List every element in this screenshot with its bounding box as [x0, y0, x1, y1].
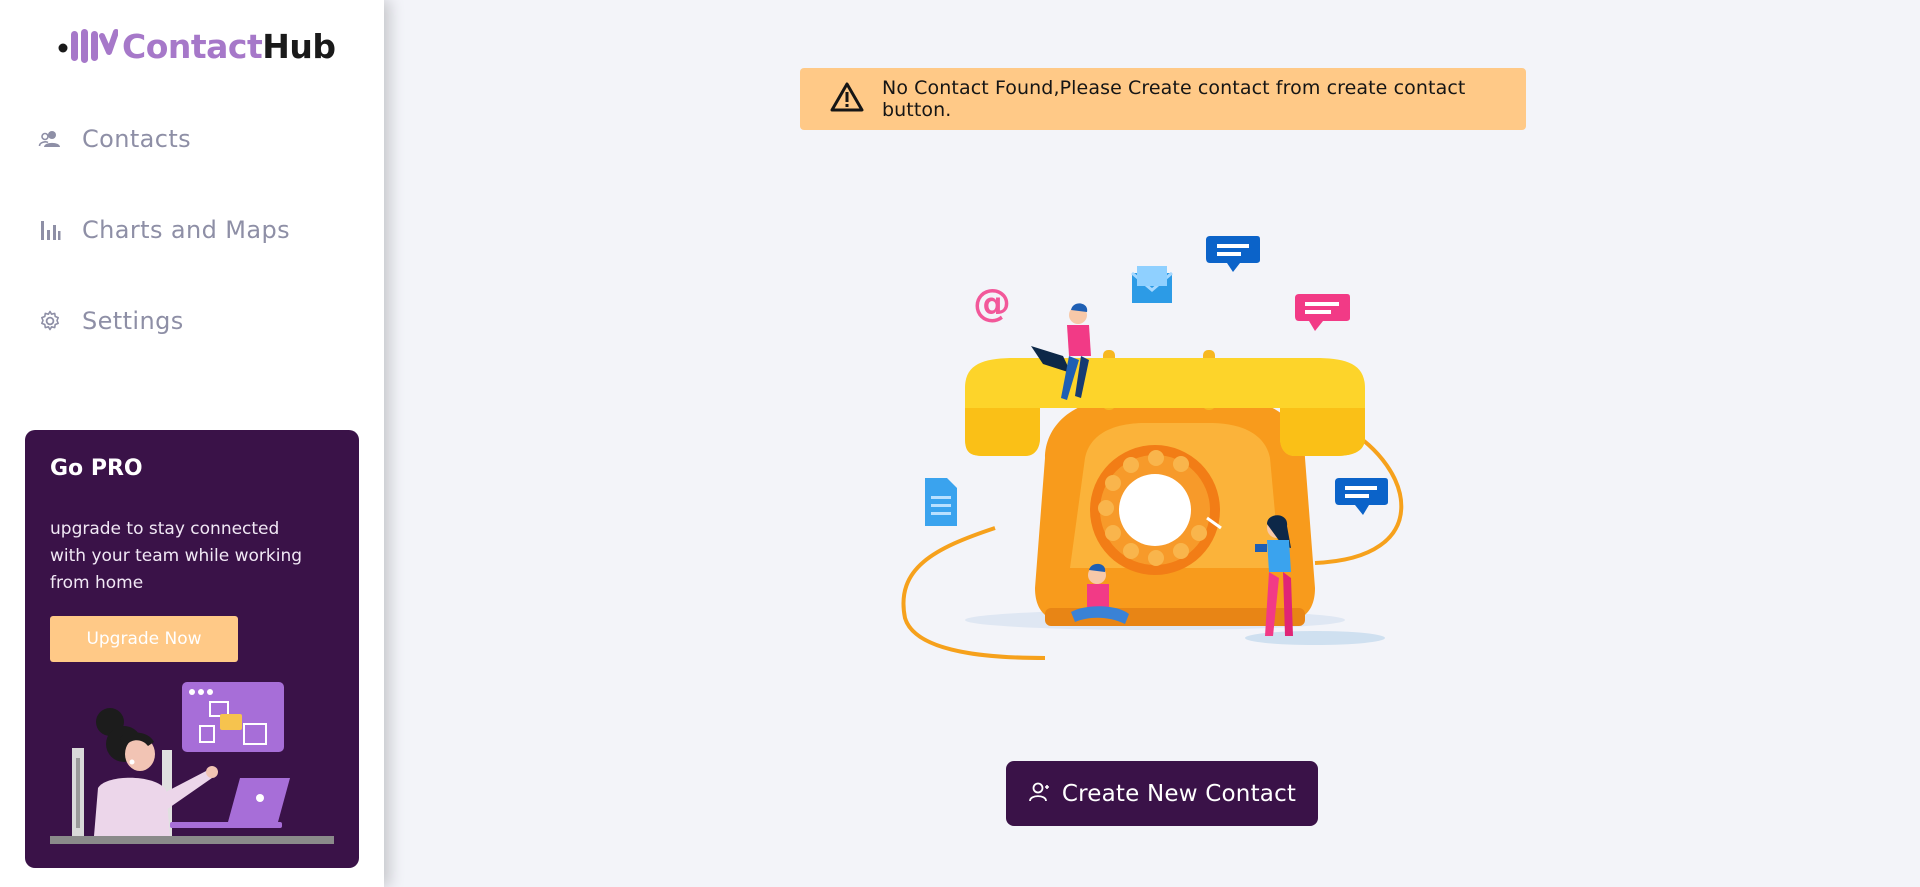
svg-text:@: @: [973, 281, 1011, 325]
brand-name-part1: Contact: [122, 26, 263, 66]
logo-mark-icon: [58, 29, 118, 63]
go-pro-title: Go PRO: [50, 456, 143, 481]
no-contact-alert: No Contact Found,Please Create contact f…: [800, 68, 1526, 130]
sidebar-item-label: Contacts: [82, 125, 192, 153]
sidebar-item-label: Charts and Maps: [82, 216, 291, 244]
sidebar-item-charts-and-maps[interactable]: Charts and Maps: [38, 210, 290, 250]
app-logo[interactable]: ContactHub: [58, 26, 336, 66]
sidebar-item-label: Settings: [82, 307, 184, 335]
sidebar-item-settings[interactable]: Settings: [38, 301, 184, 341]
work-from-home-illustration: [50, 682, 334, 844]
brand-name: ContactHub: [122, 27, 336, 66]
sidebar: ContactHub Contacts Charts and Maps Sett…: [0, 0, 384, 887]
bar-chart-icon: [38, 218, 62, 242]
users-icon: [38, 127, 62, 151]
go-pro-card: Go PRO upgrade to stay connected with yo…: [25, 430, 359, 868]
user-add-icon: [1028, 781, 1050, 806]
create-new-contact-label: Create New Contact: [1061, 780, 1297, 807]
alert-message: No Contact Found,Please Create contact f…: [882, 77, 1466, 121]
go-pro-text: upgrade to stay connected with your team…: [50, 519, 303, 593]
telephone-illustration: @: [901, 236, 1404, 660]
brand-name-part2: Hub: [262, 26, 336, 66]
upgrade-now-button[interactable]: Upgrade Now: [50, 616, 238, 662]
sidebar-item-contacts[interactable]: Contacts: [38, 119, 191, 159]
gear-icon: [38, 309, 62, 333]
create-new-contact-button[interactable]: Create New Contact: [1006, 761, 1318, 826]
warning-icon: [830, 81, 864, 117]
